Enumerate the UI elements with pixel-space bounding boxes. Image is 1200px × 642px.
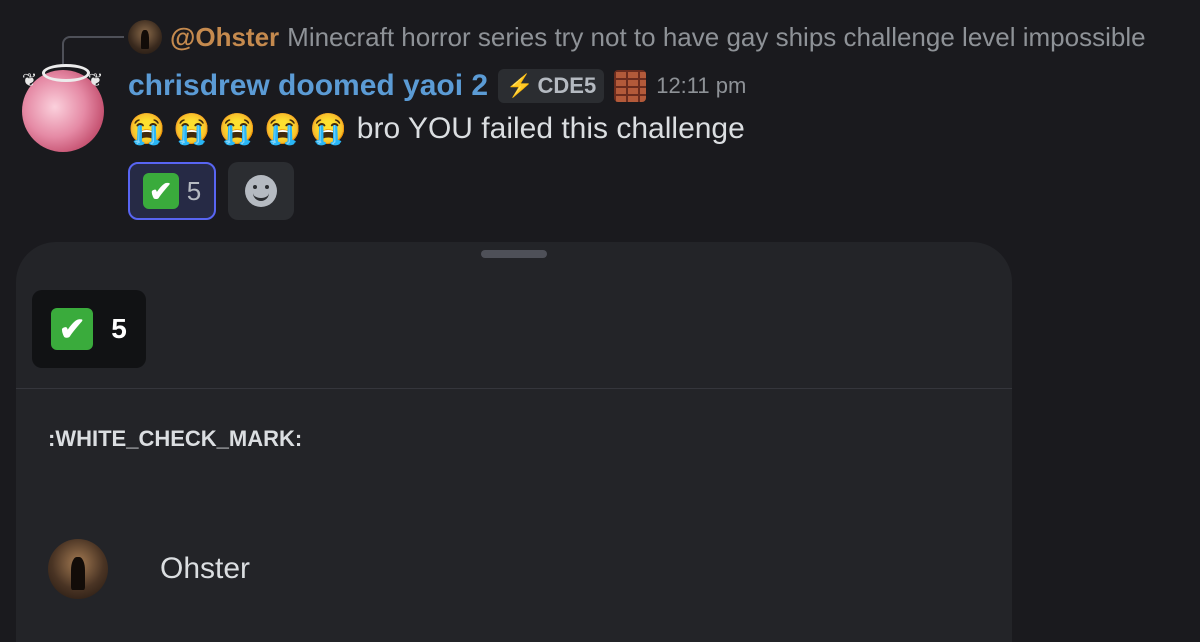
lightning-icon: ⚡ bbox=[506, 73, 534, 98]
message-header: chrisdrew doomed yaoi 2 ⚡ CDE5 12:11 pm bbox=[128, 66, 746, 106]
smiley-icon bbox=[245, 175, 277, 207]
emoji-name-label: :WHITE_CHECK_MARK: bbox=[48, 426, 303, 451]
halo-decoration bbox=[42, 64, 90, 82]
reply-username[interactable]: @Ohster bbox=[170, 22, 279, 53]
reaction-tab-count: 5 bbox=[111, 313, 127, 344]
reactor-name: Ohster bbox=[160, 552, 251, 585]
author-username[interactable]: chrisdrew doomed yaoi 2 bbox=[128, 69, 488, 103]
server-tag-label: CDE5 bbox=[537, 73, 597, 98]
reaction-tab-check[interactable]: ✔ 5 bbox=[32, 290, 146, 368]
crying-emoji-icon: 😭 bbox=[264, 112, 302, 146]
reply-avatar bbox=[128, 20, 162, 54]
crying-emoji-icon: 😭 bbox=[218, 112, 257, 146]
server-tag[interactable]: ⚡ CDE5 bbox=[498, 69, 605, 103]
reactor-avatar bbox=[48, 539, 108, 599]
reaction-check[interactable]: ✔ 5 bbox=[128, 162, 216, 220]
reply-text: Minecraft horror series try not to have … bbox=[287, 21, 1146, 52]
crying-emoji-icon: 😭 bbox=[173, 112, 211, 146]
reactions-sheet: ✔ 5 :WHITE_CHECK_MARK: Ohster bbox=[16, 242, 1012, 642]
crying-emoji-group: 😭 😭 😭 😭 😭 bbox=[128, 112, 347, 147]
wing-icon: ❦ bbox=[88, 70, 104, 90]
check-mark-icon: ✔ bbox=[51, 308, 94, 350]
crying-emoji-icon: 😭 bbox=[128, 112, 166, 146]
divider bbox=[16, 388, 1012, 389]
message-text: bro YOU failed this challenge bbox=[356, 112, 745, 145]
reactor-list-item[interactable]: Ohster bbox=[48, 538, 250, 600]
brick-icon bbox=[614, 70, 647, 102]
message-content: 😭 😭 😭 😭 😭 bro YOU failed this challenge bbox=[128, 108, 745, 150]
reaction-count: 5 bbox=[186, 175, 202, 206]
timestamp: 12:11 pm bbox=[656, 73, 747, 98]
check-mark-icon: ✔ bbox=[142, 173, 179, 209]
reply-preview[interactable]: @Ohster Minecraft horror series try not … bbox=[128, 20, 1146, 54]
author-avatar[interactable]: ❦ ❦ bbox=[22, 64, 104, 152]
reply-connector bbox=[62, 36, 124, 64]
sheet-drag-handle[interactable] bbox=[481, 250, 547, 258]
wing-icon: ❦ bbox=[22, 70, 38, 90]
add-reaction-button[interactable] bbox=[228, 162, 294, 220]
crying-emoji-icon: 😭 bbox=[309, 112, 347, 146]
